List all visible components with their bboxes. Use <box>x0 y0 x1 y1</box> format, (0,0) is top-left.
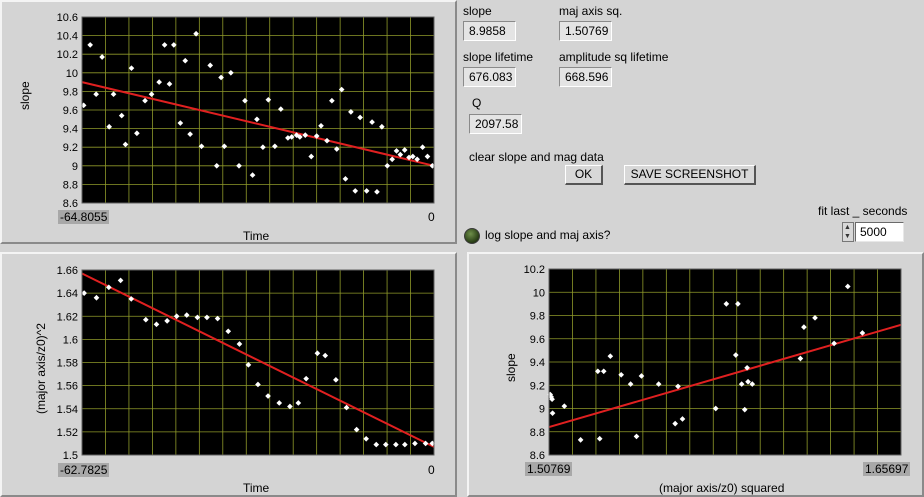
y-tick-label: 9.4 <box>63 124 78 136</box>
fit-seconds-label: fit last _ seconds <box>818 204 908 218</box>
y-tick-label: 1.62 <box>57 311 78 323</box>
y-tick-label: 10.4 <box>57 31 78 43</box>
y-tick-label: 9.4 <box>530 357 545 369</box>
maj-axis-label: maj axis sq. <box>559 4 623 18</box>
maj-axis-indicator: 1.50769 <box>559 21 612 41</box>
y-tick-label: 10.2 <box>57 49 78 61</box>
slope-major-chart-ylabel: slope <box>504 353 518 382</box>
log-toggle-label: log slope and maj axis? <box>485 228 611 242</box>
y-tick-label: 9.6 <box>63 105 78 117</box>
slope-chart-ylabel: slope <box>18 81 32 110</box>
slope-vs-major-axis-chart: 10.2 10 9.8 9.6 9.4 9.2 9 8.8 8.6 <box>524 264 902 462</box>
y-tick-label: 9 <box>539 404 545 416</box>
slope-major-chart-x-min: 1.50769 <box>525 462 573 476</box>
major-chart-x-max: 0 <box>428 463 435 477</box>
y-tick-label: 9 <box>72 161 78 173</box>
major-axis-vs-time-chart: 1.66 1.64 1.62 1.6 1.58 1.56 1.54 1.52 1.5 <box>57 265 436 462</box>
fit-seconds-spinner[interactable]: ▲ ▼ <box>842 222 854 242</box>
q-indicator: 2097.58 <box>469 114 522 134</box>
y-tick-label: 9.6 <box>530 334 545 346</box>
slope-vs-time-panel: 10.6 10.4 10.2 10 9.8 9.6 9.4 9.2 9 8.8 8.6 Time -… <box>0 0 457 244</box>
slope-chart-xlabel: Time <box>243 229 270 243</box>
slope-vs-time-chart: 10.6 10.4 10.2 10 9.8 9.6 9.4 9.2 9 8.8 8.6 <box>57 12 436 210</box>
spin-down-icon[interactable]: ▼ <box>844 233 851 241</box>
slope-vs-major-axis-panel: 10.2 10 9.8 9.6 9.4 9.2 9 8.8 8.6 (major axis/z0… <box>467 252 924 497</box>
y-tick-label: 1.64 <box>57 288 78 300</box>
slope-major-chart-xlabel: (major axis/z0) squared <box>659 481 785 495</box>
slope-chart-x-min: -64.8055 <box>58 210 110 224</box>
fit-seconds-input[interactable]: 5000 <box>855 222 904 242</box>
y-tick-label: 1.56 <box>57 381 78 393</box>
y-tick-label: 1.52 <box>57 427 78 439</box>
slope-indicator: 8.9858 <box>463 21 516 41</box>
save-screenshot-button[interactable]: SAVE SCREENSHOT <box>624 165 756 185</box>
y-tick-label: 8.6 <box>530 450 545 462</box>
y-tick-label: 1.66 <box>57 265 78 277</box>
y-tick-label: 9.2 <box>530 380 545 392</box>
log-toggle-led[interactable] <box>464 228 480 244</box>
ok-button[interactable]: OK <box>565 165 603 185</box>
major-chart-x-min: -62.7825 <box>58 463 110 477</box>
y-tick-label: 9.8 <box>530 311 545 323</box>
y-tick-label: 1.6 <box>63 334 78 346</box>
y-tick-label: 9.2 <box>63 142 78 154</box>
slope-major-chart-x-max: 1.65697 <box>863 462 911 476</box>
y-tick-label: 8.8 <box>530 427 545 439</box>
major-axis-vs-time-panel: 1.66 1.64 1.62 1.6 1.58 1.56 1.54 1.52 1.5 Time … <box>0 252 457 497</box>
amplitude-lifetime-indicator: 668.596 <box>559 67 612 87</box>
y-tick-label: 9.8 <box>63 86 78 98</box>
q-label: Q <box>472 96 482 110</box>
y-tick-label: 10 <box>66 68 78 80</box>
slope-lifetime-label: slope lifetime <box>463 50 534 64</box>
slope-chart-x-max: 0 <box>428 210 435 224</box>
major-chart-xlabel: Time <box>243 481 270 495</box>
spin-up-icon[interactable]: ▲ <box>844 224 851 232</box>
y-tick-label: 10.6 <box>57 12 78 24</box>
y-tick-label: 1.54 <box>57 404 78 416</box>
y-tick-label: 8.8 <box>63 179 78 191</box>
y-tick-label: 10 <box>533 287 545 299</box>
major-chart-ylabel: (major axis/z0)^2 <box>34 323 48 414</box>
y-tick-label: 1.58 <box>57 358 78 370</box>
slope-label: slope <box>463 4 492 18</box>
slope-lifetime-indicator: 676.083 <box>463 67 516 87</box>
y-tick-label: 1.5 <box>63 450 78 462</box>
y-tick-label: 8.6 <box>63 198 78 210</box>
amplitude-lifetime-label: amplitude sq lifetime <box>559 50 669 64</box>
y-tick-label: 10.2 <box>524 264 545 276</box>
clear-data-label: clear slope and mag data <box>469 150 604 164</box>
